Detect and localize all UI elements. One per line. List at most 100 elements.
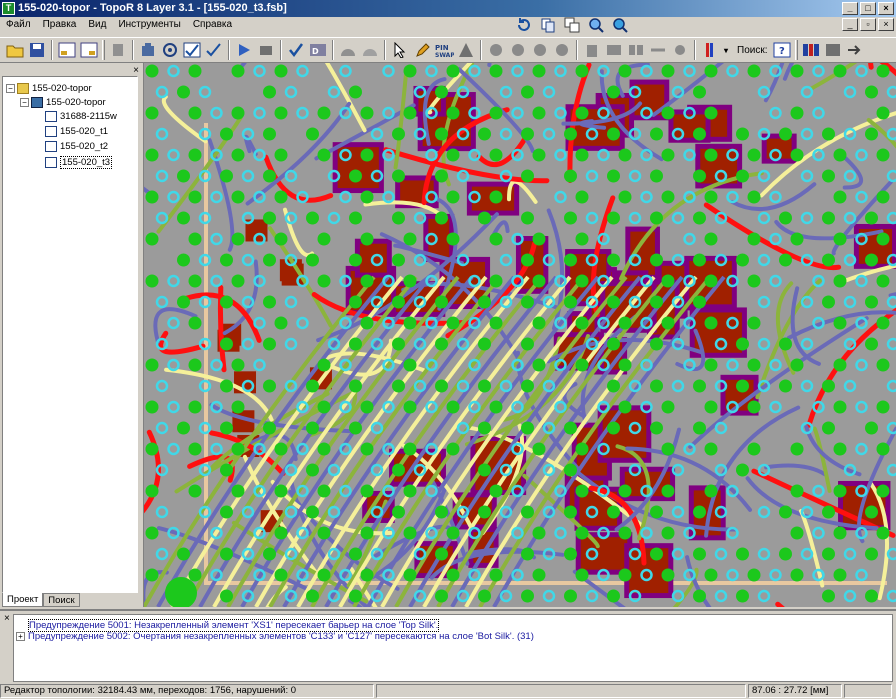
messages-close-icon[interactable]: × — [4, 613, 10, 624]
layer-view-alt-icon[interactable] — [78, 39, 100, 61]
arc-icon[interactable] — [337, 39, 359, 61]
via — [145, 442, 159, 456]
via — [403, 106, 417, 120]
autoroute-icon[interactable] — [159, 39, 181, 61]
menu-tools[interactable]: Инструменты — [112, 17, 186, 33]
collapse-icon[interactable]: − — [20, 98, 29, 107]
via — [306, 379, 319, 393]
message-item[interactable]: + Предупреждение 5002: Очертания незакре… — [16, 631, 534, 642]
refresh-view-icon[interactable] — [514, 15, 534, 35]
via — [693, 505, 706, 519]
tree-item[interactable]: 155-020_t2 — [45, 141, 108, 152]
via — [360, 316, 374, 330]
warning-icon[interactable] — [455, 39, 477, 61]
route-check-icon[interactable] — [181, 39, 203, 61]
via — [145, 400, 159, 414]
via — [865, 547, 878, 561]
via — [220, 127, 233, 141]
via — [489, 106, 503, 120]
search-icon[interactable]: ? — [771, 39, 793, 61]
via — [833, 274, 847, 288]
pin-swap-icon[interactable]: PIN SWAP — [433, 39, 455, 61]
minimize-button[interactable]: _ — [842, 2, 858, 15]
drc-icon[interactable]: D — [307, 39, 329, 61]
arc-alt-icon[interactable] — [359, 39, 381, 61]
wire-icon[interactable] — [647, 39, 669, 61]
layout-icon — [45, 126, 57, 137]
tree-root[interactable]: − 155-020-topor — [6, 83, 92, 94]
folder-icon — [17, 83, 29, 94]
tab-search[interactable]: Поиск — [43, 593, 80, 607]
window-tile-icon[interactable] — [538, 15, 558, 35]
split-icon[interactable] — [625, 39, 647, 61]
via — [876, 190, 890, 204]
close-button[interactable]: × — [878, 2, 894, 15]
via — [478, 463, 491, 477]
menu-bar: Файл Правка Вид Инструменты Справка _ ▫ … — [0, 17, 896, 33]
via — [478, 295, 491, 309]
stamp-icon[interactable] — [107, 39, 129, 61]
panel-close-icon[interactable]: × — [133, 65, 139, 76]
via — [790, 358, 804, 372]
menu-help[interactable]: Справка — [187, 17, 238, 33]
via — [306, 127, 319, 141]
via — [575, 232, 589, 246]
rotate-right-icon[interactable] — [529, 39, 551, 61]
maximize-button[interactable]: □ — [860, 2, 876, 15]
tab-project[interactable]: Проект — [2, 593, 44, 607]
tree-item[interactable]: 155-020_t1 — [45, 126, 108, 137]
dropdown-icon[interactable]: ▾ — [721, 39, 731, 61]
menu-view[interactable]: Вид — [82, 17, 112, 33]
expand-icon[interactable]: + — [16, 632, 25, 641]
stop-icon[interactable] — [255, 39, 277, 61]
pcb-drawing[interactable] — [144, 63, 896, 607]
component-icon[interactable] — [485, 39, 507, 61]
via — [274, 232, 288, 246]
via — [704, 568, 718, 582]
grid-icon[interactable] — [800, 39, 822, 61]
rotate-left-icon[interactable] — [507, 39, 529, 61]
via — [747, 400, 761, 414]
menu-file[interactable]: Файл — [0, 17, 37, 33]
color-pick-icon[interactable] — [699, 39, 721, 61]
doc-close-button[interactable]: × — [878, 18, 894, 31]
via — [446, 106, 460, 120]
via — [650, 211, 663, 225]
status-coords: 87.06 : 27.72 [мм] — [748, 684, 842, 698]
layer-view-icon[interactable] — [56, 39, 78, 61]
component-library-icon[interactable] — [137, 39, 159, 61]
pcb-canvas[interactable] — [143, 63, 896, 607]
align-icon[interactable] — [603, 39, 625, 61]
doc-minimize-button[interactable]: _ — [842, 18, 858, 31]
zoom-icon[interactable] — [610, 15, 630, 35]
menu-edit[interactable]: Правка — [37, 17, 83, 33]
via — [263, 211, 276, 225]
rotate-icon[interactable] — [551, 39, 573, 61]
route-check-alt-icon[interactable] — [203, 39, 225, 61]
tree-project[interactable]: − 155-020-topor — [20, 97, 106, 108]
via — [779, 253, 792, 267]
pen-icon[interactable] — [411, 39, 433, 61]
zoom-fit-icon[interactable] — [586, 15, 606, 35]
doc-restore-button[interactable]: ▫ — [860, 18, 876, 31]
select-arrow-icon[interactable] — [389, 39, 411, 61]
save-icon[interactable] — [26, 39, 48, 61]
tone-icon[interactable] — [669, 39, 691, 61]
via — [521, 127, 534, 141]
open-folder-icon[interactable] — [4, 39, 26, 61]
window-cascade-icon[interactable] — [562, 15, 582, 35]
exit-icon[interactable] — [844, 39, 866, 61]
play-icon[interactable] — [233, 39, 255, 61]
tree-item[interactable]: 31688-2115w — [45, 111, 117, 122]
delete-icon[interactable] — [581, 39, 603, 61]
via — [532, 568, 546, 582]
via — [188, 274, 202, 288]
via — [435, 589, 448, 603]
collapse-icon[interactable]: − — [6, 84, 15, 93]
tree-item-selected[interactable]: 155-020_t3 — [45, 156, 113, 169]
via — [876, 358, 890, 372]
panel-icon[interactable] — [822, 39, 844, 61]
via — [618, 316, 632, 330]
via — [360, 484, 374, 498]
checkmark-icon[interactable] — [285, 39, 307, 61]
